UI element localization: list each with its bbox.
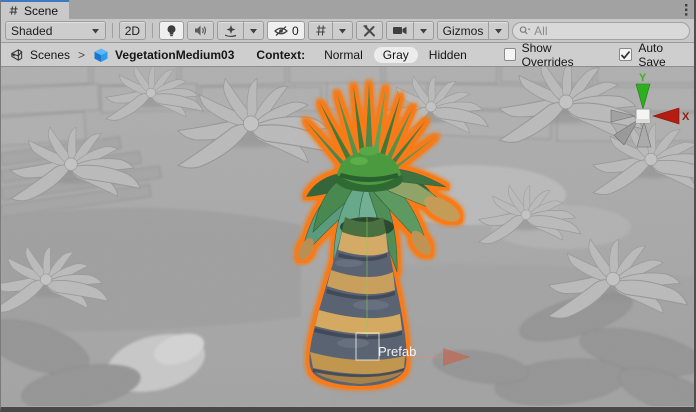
show-overrides-label: Show Overrides (522, 41, 598, 69)
gizmos-chevron[interactable] (489, 21, 509, 40)
prefab-context-bar: Scenes > VegetationMedium03 Context: Nor… (1, 43, 694, 67)
scene-view-window: Scene Shaded 2D (0, 0, 696, 412)
chevron-down-icon (419, 28, 428, 34)
draw-mode-label: Shaded (11, 24, 52, 38)
effects-icon (223, 24, 238, 38)
context-label: Context: (256, 48, 305, 62)
tab-label: Scene (24, 4, 58, 18)
breadcrumb: Scenes > VegetationMedium03 (9, 47, 234, 63)
scene-render: Prefab Y X (1, 67, 694, 406)
grid-visibility-toggle[interactable] (308, 21, 333, 40)
gizmos-dropdown[interactable]: Gizmos (437, 21, 490, 40)
prefab-badge: Prefab (378, 344, 416, 359)
grid-dropdown[interactable] (333, 21, 353, 40)
auto-save-checkbox[interactable]: Auto Save (619, 41, 686, 69)
context-option-gray[interactable]: Gray (374, 47, 418, 63)
overflow-menu-button[interactable] (678, 0, 694, 19)
chevron-down-icon (249, 28, 258, 34)
auto-save-label: Auto Save (638, 41, 686, 69)
2d-label: 2D (125, 24, 140, 38)
kebab-icon (684, 3, 688, 17)
search-field[interactable] (512, 22, 690, 40)
tab-bar: Scene (1, 0, 694, 19)
audio-toggle[interactable] (187, 21, 214, 40)
hidden-objects-toggle[interactable]: 0 (267, 21, 305, 40)
speaker-icon (193, 24, 208, 37)
tab-scene[interactable]: Scene (1, 0, 69, 19)
scene-grid-icon (8, 5, 19, 16)
scene-lighting-toggle[interactable] (159, 21, 184, 40)
scene-viewport[interactable]: Prefab Y X (1, 67, 694, 407)
chevron-down-icon (338, 28, 347, 34)
checkmark-icon (620, 50, 631, 60)
camera-dropdown[interactable] (414, 21, 434, 40)
breadcrumb-scenes[interactable]: Scenes (30, 48, 70, 62)
search-icon (519, 25, 531, 36)
eye-slash-icon (273, 25, 289, 37)
gizmo-cube-shade (636, 119, 650, 123)
chevron-down-icon (494, 28, 503, 34)
prefab-name: VegetationMedium03 (115, 48, 234, 62)
draw-mode-dropdown[interactable]: Shaded (5, 21, 106, 40)
context-option-hidden[interactable]: Hidden (420, 47, 476, 63)
camera-button[interactable] (386, 21, 414, 40)
prefab-cube-icon (93, 47, 109, 63)
scene-toolbar: Shaded 2D (1, 19, 694, 43)
gizmos-label: Gizmos (443, 24, 484, 38)
chevron-down-icon (91, 28, 100, 34)
camera-icon (392, 25, 408, 36)
breadcrumb-separator: > (78, 48, 85, 62)
effects-toggle[interactable] (217, 21, 244, 40)
lightbulb-icon (165, 24, 178, 38)
grid-icon (314, 24, 327, 37)
y-axis-label: Y (639, 72, 647, 84)
context-option-normal[interactable]: Normal (315, 47, 372, 63)
tools-button[interactable] (356, 21, 383, 40)
effects-dropdown[interactable] (244, 21, 264, 40)
scene-asset-icon[interactable] (9, 48, 24, 62)
checkbox-checked[interactable] (619, 48, 632, 61)
toolbar-separator (152, 23, 153, 38)
toolbar-separator (112, 23, 113, 38)
search-input[interactable] (534, 24, 683, 38)
tools-icon (362, 24, 377, 38)
x-axis-label: X (682, 111, 690, 123)
checkbox-unchecked[interactable] (504, 48, 516, 61)
show-overrides-checkbox[interactable]: Show Overrides (504, 41, 598, 69)
2d-toggle[interactable]: 2D (119, 21, 146, 40)
hidden-count: 0 (292, 24, 299, 38)
